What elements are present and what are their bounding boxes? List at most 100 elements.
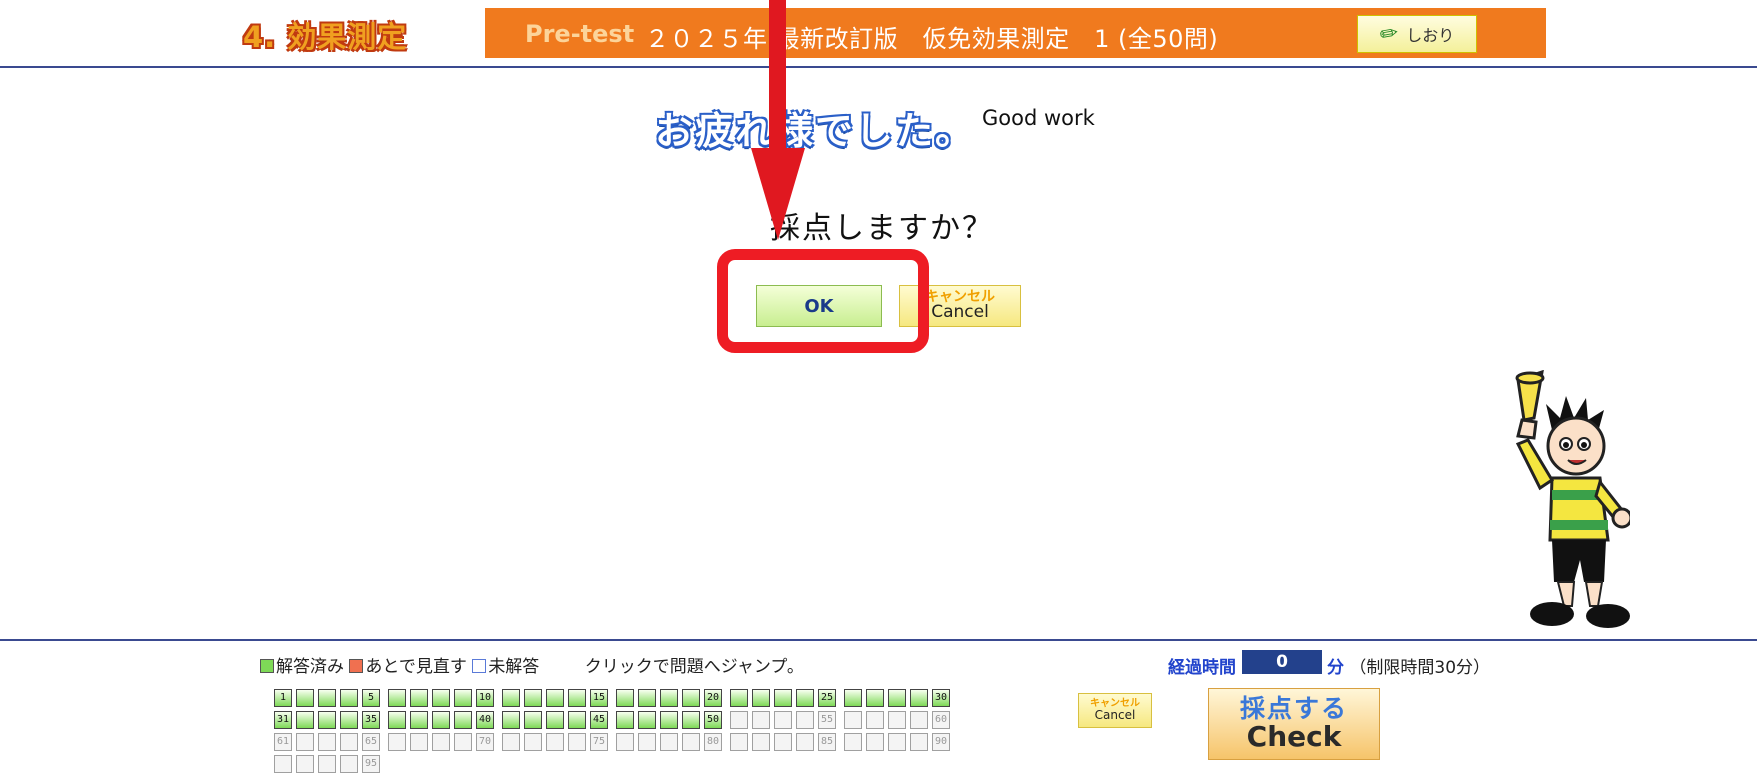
question-cell-19[interactable] [682, 689, 700, 707]
question-cell-14[interactable] [568, 689, 586, 707]
question-cell-1[interactable]: 1 [274, 689, 292, 707]
question-cell-88[interactable] [888, 733, 906, 751]
question-cell-6[interactable] [388, 689, 406, 707]
question-cell-60[interactable]: 60 [932, 711, 950, 729]
question-cell-50[interactable]: 50 [704, 711, 722, 729]
question-cell-41[interactable] [502, 711, 520, 729]
question-cell-59[interactable] [910, 711, 928, 729]
question-cell-7[interactable] [410, 689, 428, 707]
question-cell-73[interactable] [546, 733, 564, 751]
question-cell-42[interactable] [524, 711, 542, 729]
question-cell-24[interactable] [796, 689, 814, 707]
question-cell-26[interactable] [844, 689, 862, 707]
question-cell-62[interactable] [296, 733, 314, 751]
question-cell-68[interactable] [432, 733, 450, 751]
question-cell-70[interactable]: 70 [476, 733, 494, 751]
question-cell-5[interactable]: 5 [362, 689, 380, 707]
question-cell-75[interactable]: 75 [590, 733, 608, 751]
question-cell-81[interactable] [730, 733, 748, 751]
question-cell-55[interactable]: 55 [818, 711, 836, 729]
question-cell-49[interactable] [682, 711, 700, 729]
question-cell-30[interactable]: 30 [932, 689, 950, 707]
question-cell-82[interactable] [752, 733, 770, 751]
question-cell-77[interactable] [638, 733, 656, 751]
question-cell-44[interactable] [568, 711, 586, 729]
question-cell-43[interactable] [546, 711, 564, 729]
question-cell-17[interactable] [638, 689, 656, 707]
question-cell-87[interactable] [866, 733, 884, 751]
question-cell-85[interactable]: 85 [818, 733, 836, 751]
question-cell-67[interactable] [410, 733, 428, 751]
question-cell-58[interactable] [888, 711, 906, 729]
question-cell-36[interactable] [388, 711, 406, 729]
question-cell-92[interactable] [296, 755, 314, 773]
question-cell-53[interactable] [774, 711, 792, 729]
question-cell-76[interactable] [616, 733, 634, 751]
section-title: 4. 効果測定 [243, 20, 408, 54]
question-cell-69[interactable] [454, 733, 472, 751]
question-cell-3[interactable] [318, 689, 336, 707]
question-cell-66[interactable] [388, 733, 406, 751]
question-cell-22[interactable] [752, 689, 770, 707]
question-cell-89[interactable] [910, 733, 928, 751]
question-cell-12[interactable] [524, 689, 542, 707]
question-cell-86[interactable] [844, 733, 862, 751]
question-cell-79[interactable] [682, 733, 700, 751]
bookmark-button[interactable]: ✏ しおり [1357, 15, 1477, 53]
question-cell-48[interactable] [660, 711, 678, 729]
question-cell-32[interactable] [296, 711, 314, 729]
question-cell-8[interactable] [432, 689, 450, 707]
question-cell-39[interactable] [454, 711, 472, 729]
question-cell-95[interactable]: 95 [362, 755, 380, 773]
question-cell-31[interactable]: 31 [274, 711, 292, 729]
question-cell-74[interactable] [568, 733, 586, 751]
question-cell-78[interactable] [660, 733, 678, 751]
question-cell-9[interactable] [454, 689, 472, 707]
question-cell-35[interactable]: 35 [362, 711, 380, 729]
question-cell-4[interactable] [340, 689, 358, 707]
question-cell-47[interactable] [638, 711, 656, 729]
question-cell-84[interactable] [796, 733, 814, 751]
question-cell-27[interactable] [866, 689, 884, 707]
question-cell-64[interactable] [340, 733, 358, 751]
question-cell-16[interactable] [616, 689, 634, 707]
question-cell-90[interactable]: 90 [932, 733, 950, 751]
question-cell-10[interactable]: 10 [476, 689, 494, 707]
question-cell-29[interactable] [910, 689, 928, 707]
question-cell-57[interactable] [866, 711, 884, 729]
question-cell-54[interactable] [796, 711, 814, 729]
question-cell-65[interactable]: 65 [362, 733, 380, 751]
question-cell-15[interactable]: 15 [590, 689, 608, 707]
question-cell-13[interactable] [546, 689, 564, 707]
question-cell-52[interactable] [752, 711, 770, 729]
question-cell-25[interactable]: 25 [818, 689, 836, 707]
question-cell-61[interactable]: 61 [274, 733, 292, 751]
question-cell-34[interactable] [340, 711, 358, 729]
question-cell-18[interactable] [660, 689, 678, 707]
question-cell-94[interactable] [340, 755, 358, 773]
question-cell-72[interactable] [524, 733, 542, 751]
question-cell-45[interactable]: 45 [590, 711, 608, 729]
check-button[interactable]: 採点する Check [1208, 688, 1380, 760]
question-cell-33[interactable] [318, 711, 336, 729]
question-cell-93[interactable] [318, 755, 336, 773]
question-cell-91[interactable] [274, 755, 292, 773]
question-cell-21[interactable] [730, 689, 748, 707]
question-cell-71[interactable] [502, 733, 520, 751]
jump-hint: クリックで問題へジャンプ。 [584, 657, 804, 677]
question-cell-11[interactable] [502, 689, 520, 707]
question-cell-83[interactable] [774, 733, 792, 751]
question-cell-51[interactable] [730, 711, 748, 729]
question-cell-46[interactable] [616, 711, 634, 729]
question-cell-20[interactable]: 20 [704, 689, 722, 707]
question-cell-63[interactable] [318, 733, 336, 751]
question-cell-37[interactable] [410, 711, 428, 729]
question-cell-2[interactable] [296, 689, 314, 707]
question-cell-56[interactable] [844, 711, 862, 729]
question-cell-40[interactable]: 40 [476, 711, 494, 729]
question-cell-28[interactable] [888, 689, 906, 707]
question-cell-80[interactable]: 80 [704, 733, 722, 751]
question-cell-38[interactable] [432, 711, 450, 729]
question-cell-23[interactable] [774, 689, 792, 707]
footer-cancel-button[interactable]: キャンセル Cancel [1078, 693, 1152, 728]
